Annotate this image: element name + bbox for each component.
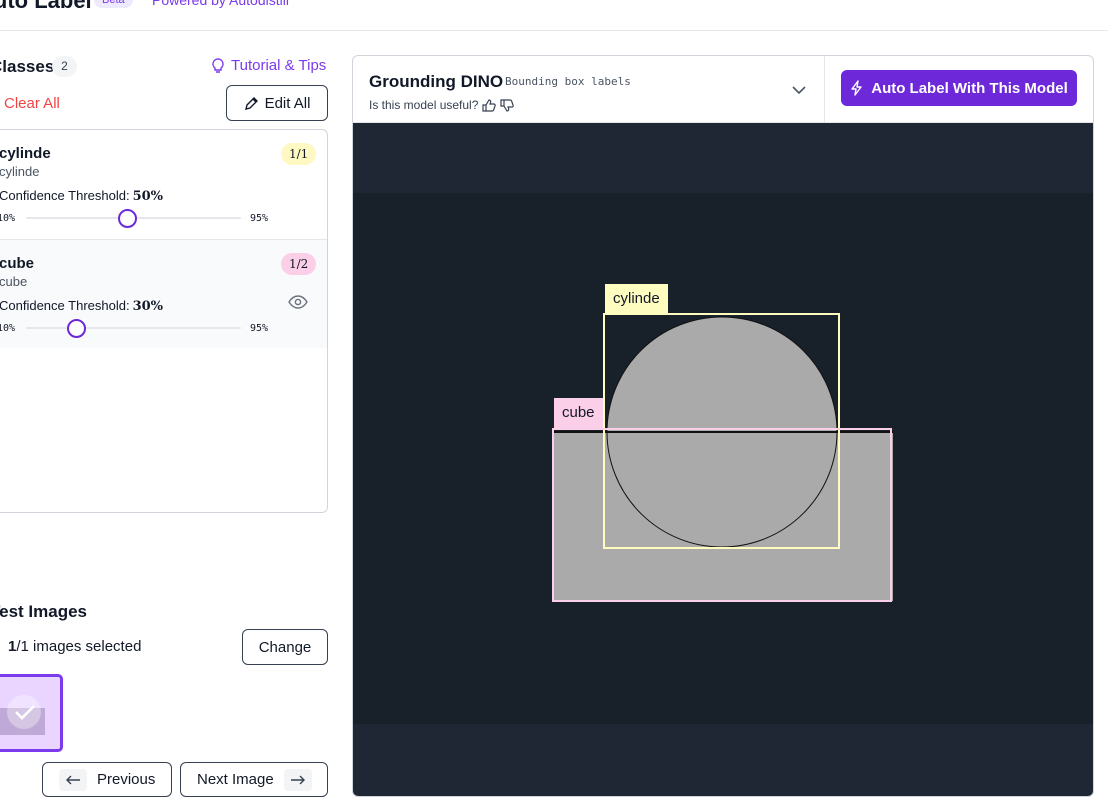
threshold-label: Confidence Threshold: 50% [0, 188, 163, 204]
slider-max-label: 95% [250, 323, 269, 334]
cube-box-label: cube [554, 398, 603, 428]
threshold-slider-track[interactable] [26, 327, 241, 329]
model-type: Bounding box labels [505, 75, 631, 88]
lightbulb-icon [212, 57, 224, 73]
class-name: cube [0, 255, 35, 272]
beta-badge: Beta [94, 0, 133, 8]
next-image-button[interactable]: Next Image [180, 762, 328, 797]
check-icon [15, 705, 35, 720]
cylinde-box-label: cylinde [605, 284, 668, 314]
tutorial-tips-link[interactable]: Tutorial & Tips [211, 57, 326, 74]
auto-label-button[interactable]: Auto Label With This Model [841, 70, 1077, 106]
images-selected-text: 1/1 images selected [8, 638, 141, 655]
pencil-icon [244, 96, 258, 110]
model-name: Grounding DINO [369, 72, 504, 91]
threshold-label-text: Confidence Threshold: [0, 298, 130, 313]
header-divider [824, 56, 825, 122]
slider-min-label: 10% [0, 213, 16, 224]
model-feedback: Is this model useful? [369, 98, 515, 112]
class-item-cube[interactable]: cube cube Confidence Threshold:30% 10% 9… [0, 239, 327, 348]
thumbs-up-icon[interactable] [482, 98, 497, 112]
threshold-label-text: Confidence Threshold: [0, 188, 130, 203]
test-image-thumbnail[interactable] [0, 674, 63, 752]
detection-count-badge: 1/1 [281, 143, 317, 165]
slider-max-label: 95% [250, 213, 269, 224]
previous-button[interactable]: Previous [42, 762, 172, 797]
threshold-slider-thumb[interactable] [67, 319, 87, 338]
threshold-value: 50% [132, 189, 164, 204]
classes-count-badge: 2 [52, 56, 77, 77]
app-title: Auto Label [0, 0, 92, 13]
top-header: Auto Label Beta Powered by Autodistill [0, 0, 1108, 31]
clear-all-button[interactable]: Clear All [4, 95, 60, 112]
next-image-label: Next Image [197, 771, 274, 788]
chevron-down-icon[interactable] [791, 82, 807, 98]
model-header: Grounding DINO Bounding box labels Is th… [353, 56, 1093, 123]
preview-image [353, 193, 1093, 724]
classes-title: Classes [0, 57, 55, 76]
threshold-value: 30% [132, 299, 164, 314]
class-prompt: cylinde [0, 164, 40, 179]
threshold-label: Confidence Threshold: 30% [0, 298, 163, 314]
class-list: cylinde cylinde Confidence Threshold: 50%… [0, 129, 328, 513]
model-panel: Grounding DINO Bounding box labels Is th… [352, 55, 1094, 797]
lightning-icon [851, 80, 862, 96]
tutorial-tips-label: Tutorial & Tips [231, 57, 327, 74]
useful-question: Is this model useful? [369, 98, 479, 112]
preview-canvas: cylinde cube [353, 123, 1093, 796]
arrow-left-icon [59, 768, 87, 791]
arrow-right-icon [283, 768, 312, 791]
edit-all-label: Edit All [264, 94, 311, 112]
test-images-title: Test Images [0, 602, 88, 621]
thumbs-down-icon[interactable] [500, 98, 515, 112]
change-images-button[interactable]: Change [242, 629, 328, 665]
class-item-cylinde[interactable]: cylinde cylinde Confidence Threshold: 50%… [0, 130, 327, 239]
powered-by-link[interactable]: Powered by Autodistill [152, 0, 289, 8]
threshold-slider-thumb[interactable] [117, 209, 137, 228]
selected-suffix: /1 images selected [16, 638, 142, 655]
eye-icon[interactable] [288, 295, 308, 309]
previous-label: Previous [97, 771, 156, 788]
edit-all-button[interactable]: Edit All [226, 85, 328, 121]
detection-count-badge: 1/2 [281, 253, 317, 275]
auto-label-label: Auto Label With This Model [871, 79, 1068, 97]
class-prompt: cube [0, 274, 28, 289]
class-name: cylinde [0, 145, 51, 162]
slider-min-label: 10% [0, 323, 16, 334]
